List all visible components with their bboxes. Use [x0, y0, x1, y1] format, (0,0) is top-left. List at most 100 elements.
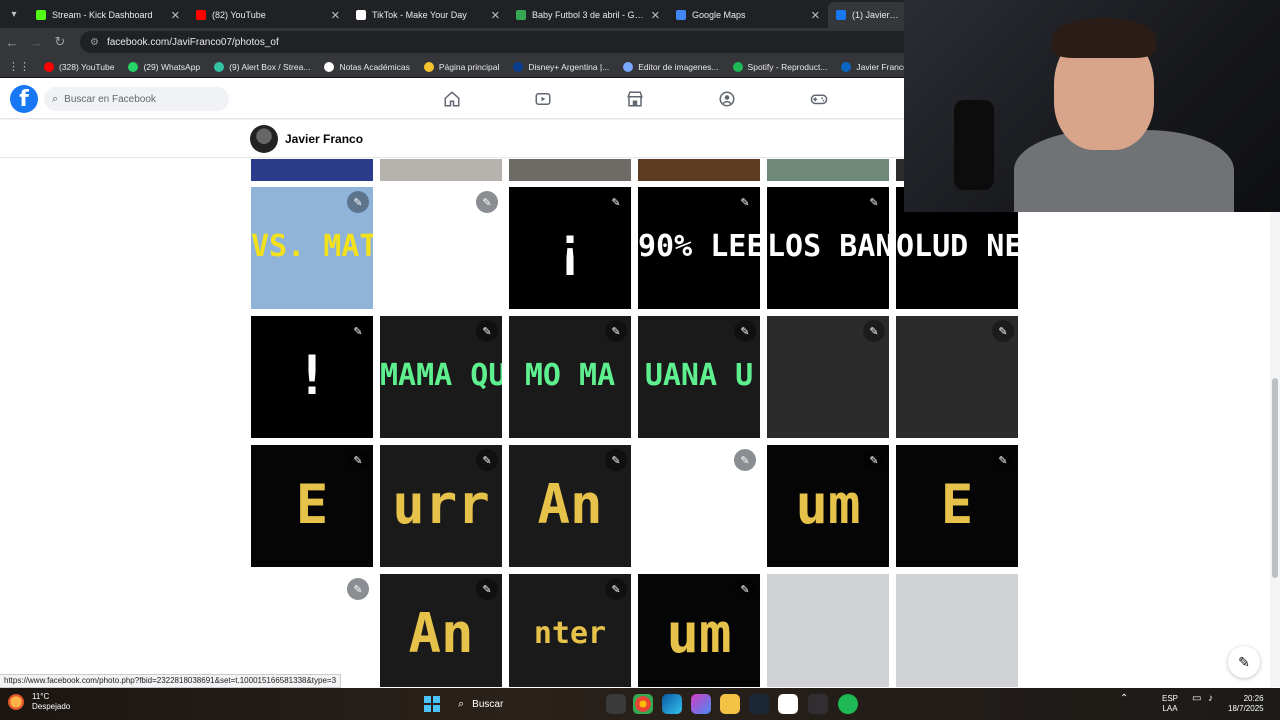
photo-tile[interactable]: urr ✎ [380, 445, 502, 567]
bookmark-item[interactable]: Página principal [423, 61, 499, 72]
photo-tile[interactable]: ✎ [251, 574, 373, 687]
browser-tab[interactable]: TikTok - Make Your Day ✕ [348, 2, 508, 28]
copilot-icon[interactable] [691, 694, 711, 714]
photo-tile[interactable] [767, 159, 889, 181]
spotify-icon[interactable] [838, 694, 858, 714]
site-info-icon[interactable]: ⚙ [90, 37, 99, 48]
browser-tab[interactable]: Baby Futbol 3 de abril - Google ✕ [508, 2, 668, 28]
edit-pencil-icon[interactable]: ✎ [863, 449, 885, 471]
video-icon[interactable] [534, 90, 552, 108]
edit-pencil-icon[interactable]: ✎ [476, 578, 498, 600]
edge-icon[interactable] [662, 694, 682, 714]
edit-pencil-icon[interactable]: ✎ [992, 449, 1014, 471]
edit-pencil-icon[interactable]: ✎ [347, 191, 369, 213]
home-icon[interactable] [443, 90, 461, 108]
windows-start-icon[interactable] [424, 696, 440, 712]
browser-tab[interactable]: (82) YouTube ✕ [188, 2, 348, 28]
edit-pencil-icon[interactable]: ✎ [476, 320, 498, 342]
back-icon[interactable]: ← [0, 35, 24, 50]
edit-pencil-icon[interactable]: ✎ [734, 578, 756, 600]
photo-tile[interactable]: MO MA ✎ [509, 316, 631, 438]
photo-tile[interactable]: E ✎ [896, 445, 1018, 567]
edit-pencil-icon[interactable]: ✎ [347, 578, 369, 600]
volume-icon[interactable]: ♪ [1208, 694, 1213, 704]
photo-tile[interactable] [251, 159, 373, 181]
photo-tile[interactable]: ! ✎ [251, 316, 373, 438]
photo-tile[interactable] [767, 574, 889, 687]
new-message-button[interactable]: ✎ [1228, 646, 1260, 678]
language-indicator[interactable]: ESP LAA [1162, 694, 1178, 714]
tray-overflow-icon[interactable]: ⌃ [1120, 694, 1128, 704]
bookmark-item[interactable]: Spotify - Reproduct... [732, 61, 827, 72]
edit-pencil-icon[interactable]: ✎ [863, 320, 885, 342]
marketplace-icon[interactable] [626, 90, 644, 108]
clock[interactable]: 20:26 18/7/2025 [1228, 694, 1264, 714]
address-bar[interactable]: ⚙ facebook.com/JaviFranco07/photos_of [80, 31, 960, 53]
weather-widget[interactable]: 11°C Despejado [8, 692, 70, 712]
profile-name[interactable]: Javier Franco [285, 132, 363, 146]
bookmark-item[interactable]: Disney+ Argentina |... [513, 61, 609, 72]
edit-pencil-icon[interactable]: ✎ [605, 320, 627, 342]
photo-tile[interactable]: ¡ ✎ [509, 187, 631, 309]
photo-tile[interactable]: ✎ [767, 316, 889, 438]
photo-tile[interactable] [638, 159, 760, 181]
file-explorer-icon[interactable] [720, 694, 740, 714]
tab-close-icon[interactable]: ✕ [171, 9, 180, 22]
tab-close-icon[interactable]: ✕ [651, 9, 660, 22]
apps-grid-icon[interactable]: ⋮⋮ [8, 60, 30, 73]
photo-tile[interactable]: MAMA QUE ✎ [380, 316, 502, 438]
edit-pencil-icon[interactable]: ✎ [992, 320, 1014, 342]
edit-pencil-icon[interactable]: ✎ [476, 191, 498, 213]
photo-tile[interactable]: nter ✎ [509, 574, 631, 687]
edit-pencil-icon[interactable]: ✎ [734, 191, 756, 213]
edit-pencil-icon[interactable]: ✎ [863, 191, 885, 213]
network-icon[interactable]: ▭ [1192, 694, 1201, 704]
photo-tile[interactable]: um ✎ [638, 574, 760, 687]
bookmark-item[interactable]: Notas Académicas [324, 61, 410, 72]
avatar[interactable] [250, 125, 278, 153]
photo-tile[interactable]: VS. MATI ✎ [251, 187, 373, 309]
photo-tile[interactable]: ✎ [896, 316, 1018, 438]
steam-icon[interactable] [749, 694, 769, 714]
bookmark-item[interactable]: (328) YouTube [44, 61, 114, 72]
facebook-search[interactable]: ⌕ [44, 87, 229, 111]
tab-close-icon[interactable]: ✕ [811, 9, 820, 22]
obs-icon[interactable] [808, 694, 828, 714]
photo-tile[interactable]: UANA U ✎ [638, 316, 760, 438]
facebook-logo[interactable]: f [10, 85, 38, 113]
photo-tile[interactable]: LOS BANER ✎ [767, 187, 889, 309]
tab-search-icon[interactable]: ▾ [0, 0, 28, 28]
browser-tab[interactable]: (1) Javier Franco | [828, 2, 908, 28]
forward-icon[interactable]: → [24, 35, 48, 50]
photo-tile[interactable]: um ✎ [767, 445, 889, 567]
edit-pencil-icon[interactable]: ✎ [734, 449, 756, 471]
edit-pencil-icon[interactable]: ✎ [476, 449, 498, 471]
browser-tab[interactable]: Stream - Kick Dashboard ✕ [28, 2, 188, 28]
photo-tile[interactable]: E ✎ [251, 445, 373, 567]
taskbar-search[interactable]: ⌕ Buscar [450, 693, 610, 715]
edit-pencil-icon[interactable]: ✎ [605, 578, 627, 600]
photo-tile[interactable] [896, 574, 1018, 687]
tab-close-icon[interactable]: ✕ [491, 9, 500, 22]
photo-tile[interactable]: ✎ [380, 187, 502, 309]
bookmark-item[interactable]: (29) WhatsApp [128, 61, 200, 72]
search-input[interactable] [64, 93, 215, 105]
tab-close-icon[interactable]: ✕ [331, 9, 340, 22]
edit-pencil-icon[interactable]: ✎ [347, 320, 369, 342]
photo-tile[interactable]: An ✎ [509, 445, 631, 567]
photo-tile[interactable] [509, 159, 631, 181]
groups-icon[interactable] [718, 90, 736, 108]
edit-pencil-icon[interactable]: ✎ [605, 191, 627, 213]
photo-tile[interactable] [380, 159, 502, 181]
browser-tab[interactable]: Google Maps ✕ [668, 2, 828, 28]
scrollbar-thumb[interactable] [1272, 378, 1278, 578]
reload-icon[interactable]: ↻ [48, 34, 72, 50]
edit-pencil-icon[interactable]: ✎ [605, 449, 627, 471]
edit-pencil-icon[interactable]: ✎ [734, 320, 756, 342]
edit-pencil-icon[interactable]: ✎ [347, 449, 369, 471]
photo-tile[interactable]: An ✎ [380, 574, 502, 687]
photo-tile[interactable]: ✎ [638, 445, 760, 567]
task-view-icon[interactable] [606, 694, 626, 714]
app-icon[interactable] [778, 694, 798, 714]
bookmark-item[interactable]: (9) Alert Box / Strea... [214, 61, 310, 72]
